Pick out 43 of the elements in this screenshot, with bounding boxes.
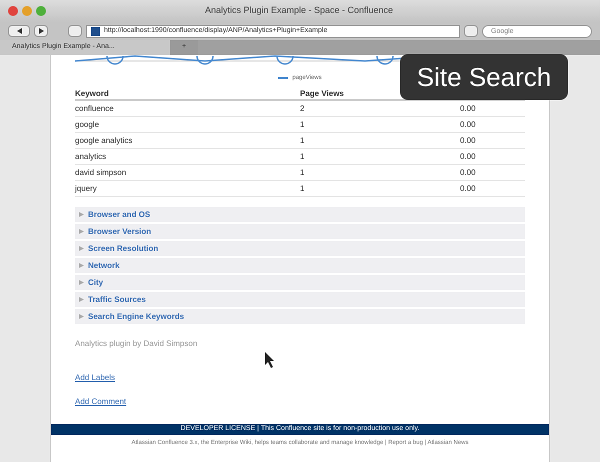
table-cell-text: 1 <box>300 118 306 130</box>
zoom-button[interactable] <box>36 6 46 16</box>
table-cell-text: jquery <box>75 182 98 194</box>
column-header: Keyword <box>75 88 110 100</box>
minimize-button[interactable] <box>22 6 32 16</box>
site-icon <box>91 26 100 36</box>
table-cell-text: confluence <box>75 102 115 114</box>
section-header[interactable]: Traffic Sources <box>75 292 525 307</box>
page-link[interactable]: Add Labels <box>75 372 116 384</box>
table-cell-text: 0.00 <box>460 102 477 114</box>
section-header[interactable]: Screen Resolution <box>75 241 525 256</box>
page-link[interactable]: Add Comment <box>75 396 126 408</box>
section-header[interactable]: City <box>75 275 525 290</box>
table-cell-text: 1 <box>300 182 306 194</box>
section-header[interactable]: Browser and OS <box>75 207 525 222</box>
table-cell-text: 0.00 <box>460 118 477 130</box>
table-cell-text: 0.00 <box>460 134 477 146</box>
close-button[interactable] <box>8 6 18 16</box>
table-cell-text: 1 <box>300 150 306 162</box>
reload-button[interactable] <box>68 25 82 37</box>
table-cell-text: 0.00 <box>460 182 477 194</box>
table-cell-text: david simpson <box>75 166 128 178</box>
table-cell-text: 1 <box>300 166 306 178</box>
section-header[interactable]: Browser Version <box>75 224 525 239</box>
section-header[interactable]: Search Engine Keywords <box>75 309 525 324</box>
table-cell-text: 1 <box>300 134 306 146</box>
back-icon <box>16 28 22 34</box>
table-cell-text: google <box>75 118 100 130</box>
table-cell-text: analytics <box>75 150 108 162</box>
bookmark-button[interactable] <box>464 25 478 37</box>
table-cell-text: google analytics <box>75 134 134 146</box>
site-search-overlay: Site Search <box>400 54 568 100</box>
table-cell-text: 0.00 <box>460 150 477 162</box>
table-cell-text: 0.00 <box>460 166 477 178</box>
section-header[interactable]: Network <box>75 258 525 273</box>
plugin-credit: Analytics plugin by David Simpson <box>75 338 198 350</box>
forward-button[interactable] <box>34 25 48 37</box>
mouse-pointer-icon <box>265 352 275 368</box>
back-button[interactable] <box>8 25 30 37</box>
forward-icon <box>38 28 44 34</box>
window-title: Analytics Plugin Example - Space - Confluence <box>204 4 394 18</box>
table-cell-text: 2 <box>300 102 306 114</box>
column-header: Page Views <box>300 88 345 100</box>
